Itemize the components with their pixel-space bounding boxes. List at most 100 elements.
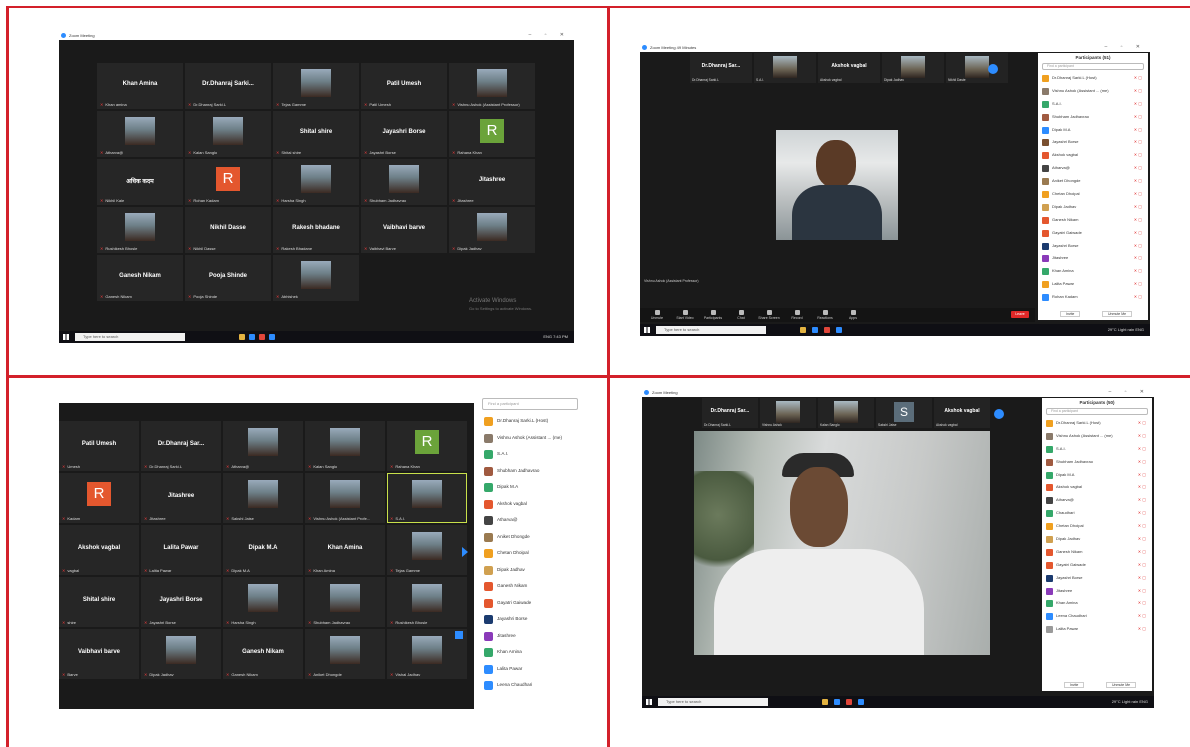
br-panel-search[interactable]: Find a participant [1046,408,1148,415]
participant-tile[interactable]: ✕ Atharva@ [97,111,183,157]
thumbnail-tile[interactable]: Akshok vagbal Akshok vagbal [818,53,880,83]
participant-tile[interactable]: Jayashri Borse ✕ Jayashri Borse [361,111,447,157]
participant-row[interactable]: S.A.I. ✕ ▢ [1038,98,1148,111]
participant-row[interactable]: Dr.Dhanraj Sarki.L (Host) ✕ ▢ [1042,417,1152,430]
participant-row[interactable]: S.A.I. [480,446,580,463]
bl-panel-search[interactable]: Find a participant [482,398,578,410]
participant-tile[interactable]: ✕ Tejas Gamme [273,63,359,109]
chrome-icon[interactable] [259,334,265,340]
participant-tile[interactable]: Shital shire ✕ shire [59,577,139,627]
participant-row[interactable]: Gayatri Gaiwade ✕ ▢ [1038,227,1148,240]
toolbar-button[interactable]: Participants [702,310,724,320]
participant-tile[interactable]: ✕ Dipak Jadhav [449,207,535,253]
participant-tile[interactable]: अधिक कदम ✕ Nikhil Kale [97,159,183,205]
toolbar-button[interactable]: Record [786,310,808,320]
participant-tile[interactable]: R ✕ Rohan Kadam [185,159,271,205]
file-explorer-icon[interactable] [800,327,806,333]
participant-row[interactable]: Ganesh Nikam [480,578,580,595]
participant-row[interactable]: Atharva@ ✕ ▢ [1042,494,1152,507]
participant-tile[interactable]: Ganesh Nikam ✕ Ganesh Nikam [97,255,183,301]
thumbnail-tile[interactable]: Nikhil Daste [946,53,1008,83]
participant-tile[interactable]: Pooja Shinde ✕ Pooja Shinde [185,255,271,301]
window-controls-icon[interactable]: – ▫ ✕ [1104,43,1146,52]
unmute-me-button[interactable]: Unmute Me [1106,682,1137,688]
participant-row[interactable]: Jitashree ✕ ▢ [1042,585,1152,598]
participant-tile[interactable]: ✕ Harsha Singh [273,159,359,205]
participant-tile[interactable]: Vaibhavi barve ✕ Vaibhavi Barve [361,207,447,253]
participant-row[interactable]: Akshok vagbal ✕ ▢ [1042,481,1152,494]
edge-icon[interactable] [834,699,840,705]
participant-row[interactable]: Dr.Dhanraj Sarki.L (Host) [480,413,580,430]
thumbnail-tile[interactable]: Dipak Jadhav [882,53,944,83]
edge-icon[interactable] [249,334,255,340]
participant-tile[interactable]: ✕ Abhishek [273,255,359,301]
participant-tile[interactable]: Dipak M.A ✕ Dipak M.A [223,525,303,575]
participant-row[interactable]: Chetan Dhoipal [480,545,580,562]
file-explorer-icon[interactable] [822,699,828,705]
invite-button[interactable]: Invite [1064,682,1085,688]
thumbnail-tile[interactable]: Akshok vagbal Akshok vagbal [934,398,990,428]
participant-tile[interactable]: Rakesh bhadane ✕ Rakesh Bhadane [273,207,359,253]
window-controls-icon[interactable]: – ▫ ✕ [528,31,570,40]
participant-tile[interactable]: Nikhil Dasse ✕ Nikhil Dasse [185,207,271,253]
participant-tile[interactable]: Shital shire ✕ Shital shire [273,111,359,157]
participant-row[interactable]: Jayashri Borse ✕ ▢ [1038,240,1148,253]
participant-tile[interactable]: Vaibhavi barve ✕ Barve [59,629,139,679]
participant-row[interactable]: Dipak Jadhav [480,562,580,579]
toolbar-button[interactable]: Chat [730,310,752,320]
tr-panel-search[interactable]: Find a participant [1042,63,1144,70]
participant-row[interactable]: Atharva@ [480,512,580,529]
participant-row[interactable]: Vishnu Ashok (Assistant ... (me) ✕ ▢ [1042,430,1152,443]
participant-tile[interactable]: ✕ Vishnu Ashok (Assistant Professor) [449,63,535,109]
toolbar-button[interactable]: Reactions [814,310,836,320]
participant-row[interactable]: Dipak M.A ✕ ▢ [1042,469,1152,482]
zoom-taskbar-icon[interactable] [858,699,864,705]
participant-tile[interactable]: Lalita Pawar ✕ Lalita Pawar [141,525,221,575]
tr-view-toggle-icon[interactable] [988,64,998,74]
participant-row[interactable]: Ganesh Nikam ✕ ▢ [1038,214,1148,227]
thumbnail-tile[interactable]: S Sakshi Jaise [876,398,932,428]
participant-row[interactable]: Chetan Dhoipal ✕ ▢ [1038,188,1148,201]
participant-tile[interactable]: ✕ Sakshi Jaise [223,473,303,523]
windows-start-icon[interactable] [63,334,69,340]
participant-row[interactable]: Khan Amina ✕ ▢ [1042,597,1152,610]
participant-row[interactable]: Dipak M.A ✕ ▢ [1038,124,1148,137]
participant-row[interactable]: Leena Chaudhari ✕ ▢ [1042,610,1152,623]
participant-tile[interactable]: Patil Umesh ✕ Umesh [59,421,139,471]
participant-row[interactable]: Dipak Jadhav ✕ ▢ [1038,201,1148,214]
participant-row[interactable]: Leena Chaudhari [480,677,580,694]
chrome-icon[interactable] [846,699,852,705]
br-view-toggle-icon[interactable] [994,409,1004,419]
participant-tile[interactable]: Khan Amina ✕ Khan amina [97,63,183,109]
participant-tile[interactable]: R ✕ Kadam [59,473,139,523]
participant-tile[interactable]: ✕ Tejas Gamme [387,525,467,575]
participant-row[interactable]: Chetan Dhoipal ✕ ▢ [1042,520,1152,533]
participant-row[interactable]: Dipak M.A [480,479,580,496]
participant-tile[interactable]: Jayashri Borse ✕ Jayashri Borse [141,577,221,627]
participant-row[interactable]: Atharva@ ✕ ▢ [1038,162,1148,175]
participant-tile[interactable]: Jitashree ✕ Jitashree [449,159,535,205]
invite-button[interactable]: Invite [1060,311,1081,317]
participant-row[interactable]: Aniket Dhongde [480,529,580,546]
participant-row[interactable]: Gayatri Gaiwade [480,595,580,612]
participant-row[interactable]: Dipak Jadhav ✕ ▢ [1042,533,1152,546]
thumbnail-tile[interactable]: Kalan Sanglo [818,398,874,428]
participant-tile[interactable]: R ✕ Rahana Khan [449,111,535,157]
participant-row[interactable]: Khan Amina ✕ ▢ [1038,265,1148,278]
participant-row[interactable]: Gayatri Gaiwade ✕ ▢ [1042,559,1152,572]
participant-tile[interactable]: Patil Umesh ✕ Patil Umesh [361,63,447,109]
participant-row[interactable]: Lalita Pawar ✕ ▢ [1042,623,1152,636]
participant-row[interactable]: Shubham Jadhavrao ✕ ▢ [1038,111,1148,124]
participant-tile[interactable]: ✕ Rushikesh Bhosle [387,577,467,627]
participant-row[interactable]: Ganesh Nikam ✕ ▢ [1042,546,1152,559]
participant-row[interactable]: Shubham Jadhavrao ✕ ▢ [1042,456,1152,469]
participant-tile[interactable]: Jitashree ✕ Jitashree [141,473,221,523]
participant-row[interactable]: Jitashree ✕ ▢ [1038,252,1148,265]
participant-tile[interactable]: ✕ Shubham Jadhavrao [361,159,447,205]
participant-row[interactable]: Rohan Kadam ✕ ▢ [1038,291,1148,304]
thumbnail-tile[interactable]: Dr.Dhanraj Sar... Dr.Dhanraj Sarki.L [702,398,758,428]
thumbnail-tile[interactable]: Dr.Dhanraj Sar... Dr.Dhanraj Sarki.L [690,53,752,83]
participant-tile[interactable]: Dr.Dhanraj Sarki... ✕ Dr.Dhanraj Sarki.L [185,63,271,109]
participant-tile[interactable]: Dr.Dhanraj Sar... ✕ Dr.Dhanraj Sarki.L [141,421,221,471]
toolbar-button[interactable]: Share Screen [758,310,780,320]
